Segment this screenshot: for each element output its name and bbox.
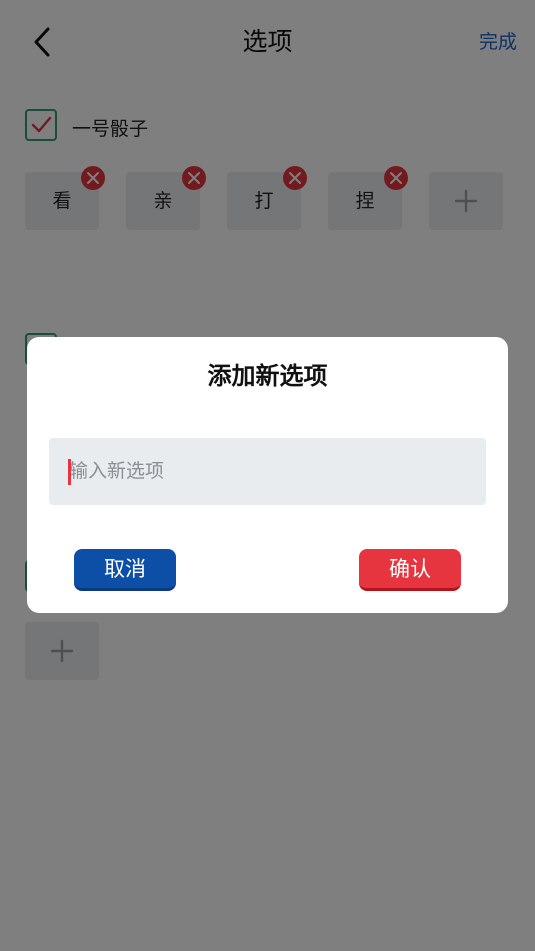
add-option-dialog: 添加新选项 输入新选项 取消 确认 <box>27 337 508 613</box>
confirm-button[interactable]: 确认 <box>359 549 461 591</box>
text-caret <box>68 459 71 485</box>
cancel-button[interactable]: 取消 <box>74 549 176 591</box>
dialog-title: 添加新选项 <box>207 362 328 390</box>
input-placeholder: 输入新选项 <box>69 460 165 482</box>
new-option-input[interactable]: 输入新选项 <box>49 438 486 505</box>
